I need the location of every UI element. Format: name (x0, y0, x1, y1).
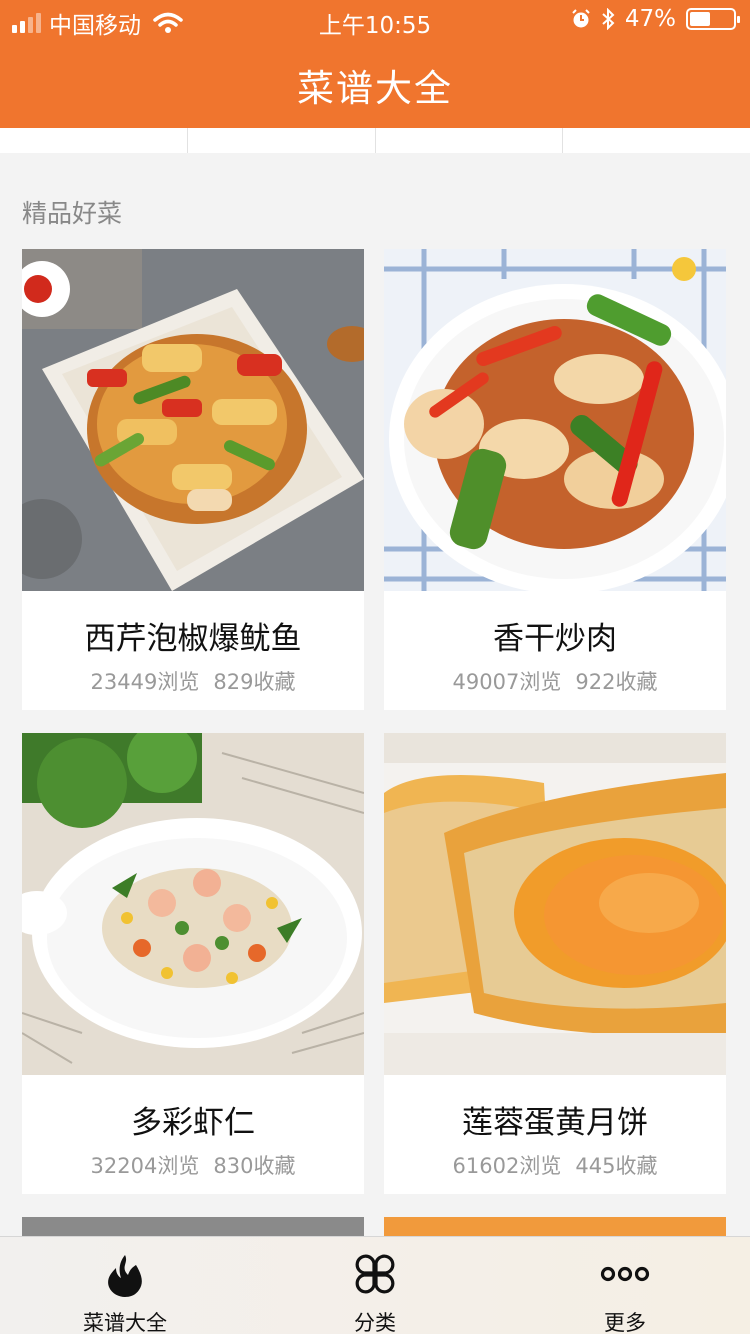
battery-icon (686, 8, 740, 30)
recipe-favorites: 922收藏 (575, 670, 658, 694)
recipe-name: 莲蓉蛋黄月饼 (462, 1105, 648, 1141)
category-icon (355, 1254, 395, 1294)
tab-category[interactable]: 分类 (250, 1237, 500, 1334)
tab-bar: 菜谱大全 分类 更多 (0, 1236, 750, 1334)
tab-label: 菜谱大全 (83, 1311, 167, 1334)
recipe-photo (384, 733, 726, 1075)
category-strip (0, 128, 750, 153)
category-strip-cell[interactable] (188, 128, 376, 153)
recipe-stats: 32204浏览 830收藏 (22, 1150, 364, 1180)
recipe-views: 23449浏览 (90, 670, 200, 694)
recipe-favorites: 830收藏 (213, 1154, 296, 1178)
recipe-name: 香干炒肉 (493, 621, 617, 657)
recipe-stats: 61602浏览 445收藏 (384, 1150, 726, 1180)
recipe-favorites: 829收藏 (213, 670, 296, 694)
tab-label: 更多 (604, 1311, 646, 1334)
status-bar: 中国移动 上午10:55 47% (0, 0, 750, 40)
battery-percent: 47% (624, 6, 676, 32)
recipe-views: 61602浏览 (452, 1154, 562, 1178)
tab-label: 分类 (354, 1311, 396, 1334)
category-strip-cell[interactable] (376, 128, 564, 153)
recipe-card[interactable]: 多彩虾仁 32204浏览 830收藏 (22, 733, 364, 1194)
recipe-card[interactable]: 西芹泡椒爆鱿鱼 23449浏览 829收藏 (22, 249, 364, 710)
recipe-views: 49007浏览 (452, 670, 562, 694)
category-strip-cell[interactable] (0, 128, 188, 153)
bluetooth-icon (602, 8, 615, 30)
recipe-photo (22, 733, 364, 1075)
page-title: 菜谱大全 (297, 67, 453, 110)
recipe-photo (384, 249, 726, 591)
more-icon (600, 1266, 650, 1282)
recipe-card[interactable]: 香干炒肉 49007浏览 922收藏 (384, 249, 726, 710)
recipe-stats: 49007浏览 922收藏 (384, 666, 726, 696)
recipe-photo (22, 249, 364, 591)
tab-more[interactable]: 更多 (500, 1237, 750, 1334)
recipe-views: 32204浏览 (90, 1154, 200, 1178)
recipe-name: 西芹泡椒爆鱿鱼 (84, 621, 302, 657)
section-title: 精品好菜 (22, 199, 123, 228)
recipe-stats: 23449浏览 829收藏 (22, 666, 364, 696)
recipe-card[interactable]: 莲蓉蛋黄月饼 61602浏览 445收藏 (384, 733, 726, 1194)
alarm-icon (572, 9, 590, 28)
app-header: 中国移动 上午10:55 47% 菜谱大全 (0, 0, 750, 128)
tab-recipes[interactable]: 菜谱大全 (0, 1237, 250, 1334)
category-strip-cell[interactable] (563, 128, 750, 153)
recipe-name: 多彩虾仁 (131, 1105, 255, 1141)
recipe-favorites: 445收藏 (575, 1154, 658, 1178)
flame-icon (108, 1255, 142, 1297)
